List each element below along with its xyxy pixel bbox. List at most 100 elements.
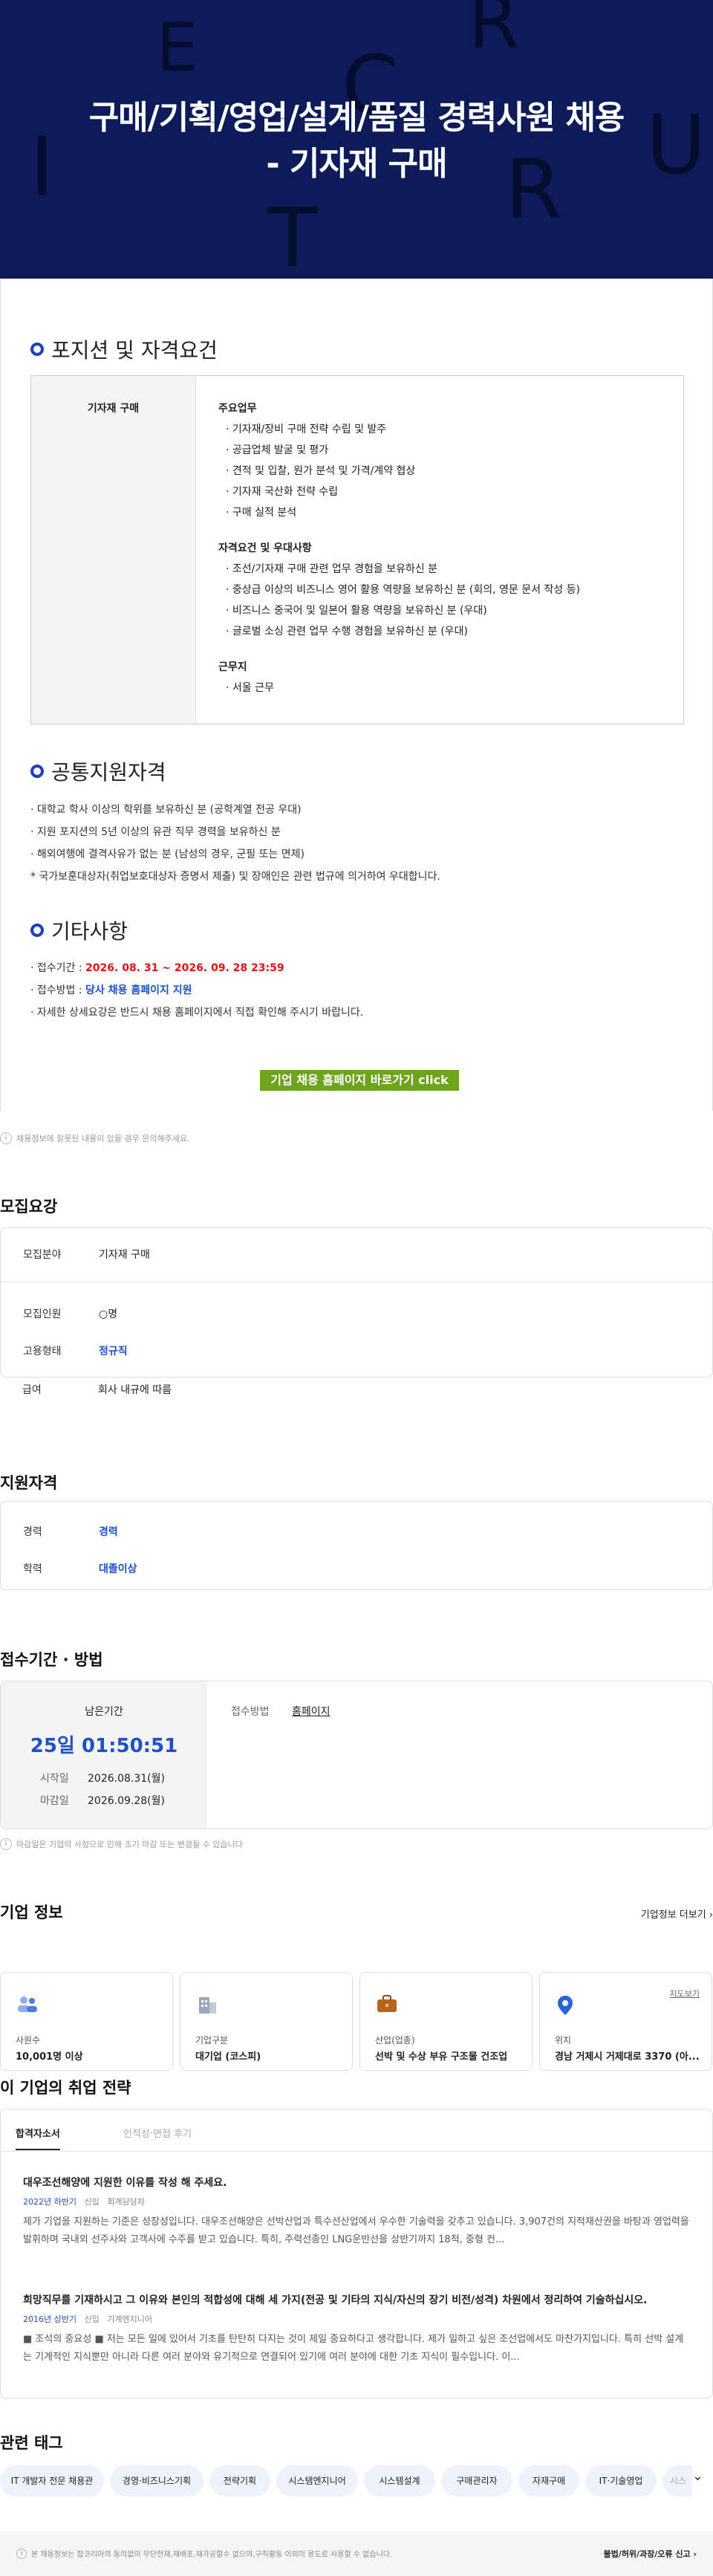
start-label: 시작일 [40,1773,69,1785]
homepage-link[interactable]: 홈페이지 [292,1706,331,1718]
bullet-circle-icon [30,924,44,937]
common-item: · 해외여행에 결격사유가 없는 분 (남성의 경우, 군필 또는 면제) [30,849,305,860]
tag-chip[interactable]: 시스템설계 [364,2465,435,2496]
location-pin-icon [558,1996,573,2015]
education-label: 학력 [23,1563,42,1575]
briefcase-icon [377,1995,397,2012]
footer-copyright: 본 채용정보는 잡코리아의 동의없이 무단전재,재배포,재가공할수 없으며,구직… [31,2551,393,2559]
tag-chip[interactable]: 경영·비즈니스기획 [110,2465,204,2496]
job-title: 구매/기획/영업/설계/품질 경력사원 채용 - 기자재 구매 [88,99,625,183]
end-label: 마감일 [40,1795,69,1807]
remaining-time: 25일 01:50:51 [30,1735,178,1757]
deco-letter-t: T [267,190,318,279]
info-icon: i [0,1132,12,1144]
company-card-industry: 산업(업종) 선박 및 수상 부유 구조물 건조업 [359,1972,533,2071]
people-label: 모집인원 [23,1308,62,1320]
essay-meta: 2022년 하반기 신입 회계담당자 [23,2197,145,2207]
common-item: · 지원 포지션의 5년 이상의 유관 직무 경력을 보유하신 분 [30,826,281,838]
card-value: 대기업 (코스피) [195,2051,261,2063]
duty-item: · 기자재 국산화 전략 수립 [226,486,339,498]
type-label: 고용형태 [23,1346,62,1357]
duty-item: · 기자재/장비 구매 전략 수립 및 발주 [226,424,387,435]
bullet-circle-icon [30,765,44,778]
card-label: 위치 [555,2035,572,2045]
strategy-card: 합격자소서 인적성·면접 후기 대우조선해양에 지원한 이유를 작성 해 주세요… [0,2109,713,2398]
essay-excerpt: ■ 조석의 중요성 ■ 저는 모든 일에 있어서 기초를 탄탄히 다지는 것이 … [23,2334,684,2363]
tag-chip[interactable]: IT 개발자 전문 채용관 [0,2465,104,2496]
field-label: 모집분야 [23,1249,62,1261]
company-homepage-button[interactable]: 기업 채용 홈페이지 바로가기 click [260,1070,459,1091]
apply-card: 남은기간 25일 01:50:51 시작일 2026.08.31(월) 마감일 20… [0,1681,713,1829]
common-heading: 공통지원자격 [30,756,166,786]
career-label: 경력 [23,1526,42,1538]
chevron-down-icon[interactable]: ⌄ [692,2468,703,2484]
essay-question[interactable]: 대우조선해양에 지원한 이유를 작성 해 주세요. [23,2175,227,2190]
pay-value: 회사 내규에 따름 [98,1384,172,1396]
apply-title: 접수기간 · 방법 [0,1651,103,1669]
period-line: · 접수기간 : 2026. 08. 31 ~ 2026. 09. 28 23:… [30,962,284,974]
info-icon: i [16,2548,27,2559]
tag-chip[interactable]: 구매관리자 [441,2465,512,2496]
card-label: 기업구분 [195,2035,229,2045]
company-card-employees: 사원수 10,001명 이상 [0,1972,173,2071]
common-item: · 대학교 학사 이상의 학위를 보유하신 분 (공학계열 전공 우대) [30,804,302,816]
requirement-item: · 중상급 이상의 비즈니스 영어 활용 역량을 보유하신 분 (회의, 영문 … [226,584,580,596]
duty-item: · 공급업체 발굴 및 평가 [226,444,329,456]
pay-label: 급여 [22,1384,42,1396]
card-label: 산업(업종) [375,2035,415,2045]
common-item: * 국가보훈대상자(취업보호대상자 증명서 제출) 및 장애인은 관련 법규에 … [30,871,440,883]
qual-card: 경력 경력 학력 대졸이상 [0,1501,713,1590]
tags-title: 관련 태그 [0,2434,63,2452]
duties-title: 주요업무 [218,403,257,415]
strategy-title: 이 기업의 취업 전략 [0,2079,131,2097]
career-value: 경력 [99,1526,118,1538]
common-list: · 대학교 학사 이상의 학위를 보유하신 분 (공학계열 전공 우대) · 지… [30,799,440,888]
field-value: 기자재 구매 [99,1249,150,1261]
tag-chip[interactable]: 전략기획 [209,2465,270,2496]
method-label: 접수방법 [231,1706,270,1718]
education-value: 대졸이상 [99,1563,137,1575]
card-value: 경남 거제시 거제대로 3370 (아... [555,2051,700,2063]
footer: i 본 채용정보는 잡코리아의 동의없이 무단전재,재배포,재가공할수 없으며,구… [0,2531,713,2576]
positions-heading: 포지션 및 자격요건 [30,334,218,364]
essay-meta: 2016년 상반기 신입 기계엔지니어 [23,2314,152,2324]
tab-cover-letter[interactable]: 합격자소서 [16,2126,60,2150]
remaining-label: 남은기간 [85,1706,123,1718]
qual-title: 지원자격 [0,1474,58,1492]
company-title: 기업 정보 [0,1904,63,1921]
report-link[interactable]: 불법/허위/과장/오류 신고 › [604,2548,697,2560]
tag-chip[interactable]: IT·기술영업 [585,2465,657,2496]
tag-chip[interactable]: 시스템 [662,2465,692,2496]
company-card-type: 기업구분 대기업 (코스피) [180,1972,353,2071]
essay-excerpt: 제가 기업을 지원하는 기준은 성장성입니다. 대우조선해양은 선박산업과 특수… [23,2216,689,2245]
people-value: ○명 [99,1308,118,1320]
tag-chip[interactable]: 자재구매 [518,2465,579,2496]
method-line: · 접수방법 : 당사 채용 홈페이지 지원 [30,984,192,996]
map-link[interactable]: 지도보기 [670,1988,700,1999]
card-label: 사원수 [16,2035,41,2045]
deco-letter-r: R [468,0,520,65]
requirements-title: 자격요건 및 우대사항 [218,542,312,554]
detail-line: · 자세한 상세요강은 반드시 채용 홈페이지에서 직접 확인해 주시기 바랍니… [30,1007,364,1019]
tab-interview-review[interactable]: 인적성·면접 후기 [123,2126,192,2140]
tag-chip[interactable]: 시스템엔지니어 [276,2465,358,2496]
card-value: 10,001명 이상 [16,2051,83,2063]
job-description: 포지션 및 자격요건 기자재 구매 주요업무 · 기자재/장비 구매 전략 수립… [0,279,713,1111]
requirement-item: · 글로벌 소싱 관련 업무 수행 경험을 보유하신 분 (우대) [226,626,468,637]
workplace-item: · 서울 근무 [226,682,274,694]
end-date: 2026.09.28(월) [88,1795,165,1807]
info-icon: i [0,1838,12,1850]
company-card-location: 지도보기 위치 경남 거제시 거제대로 3370 (아... [539,1972,712,2071]
etc-list: · 접수기간 : 2026. 08. 31 ~ 2026. 09. 28 23:… [30,957,363,1024]
type-value: 정규직 [99,1346,128,1357]
role-name: 기자재 구매 [87,403,140,415]
people-icon [18,1996,37,2012]
report-notice: i 채용정보에 잘못된 내용이 있을 경우 문의해주세요. [0,1132,190,1144]
requirement-item: · 조선/기자재 구매 관련 업무 경험을 보유하신 분 [226,563,438,575]
deco-letter-e: E [156,9,198,87]
building-icon [199,1997,216,2014]
company-more-link[interactable]: 기업정보 더보기 › [641,1907,713,1921]
etc-heading: 기타사항 [30,915,128,945]
requirement-item: · 비즈니스 중국어 및 일본어 활용 역량을 보유하신 분 (우대) [226,605,487,617]
essay-question[interactable]: 희망직무를 기재하시고 그 이유와 본인의 적합성에 대해 세 가지(전공 및 … [23,2292,699,2307]
